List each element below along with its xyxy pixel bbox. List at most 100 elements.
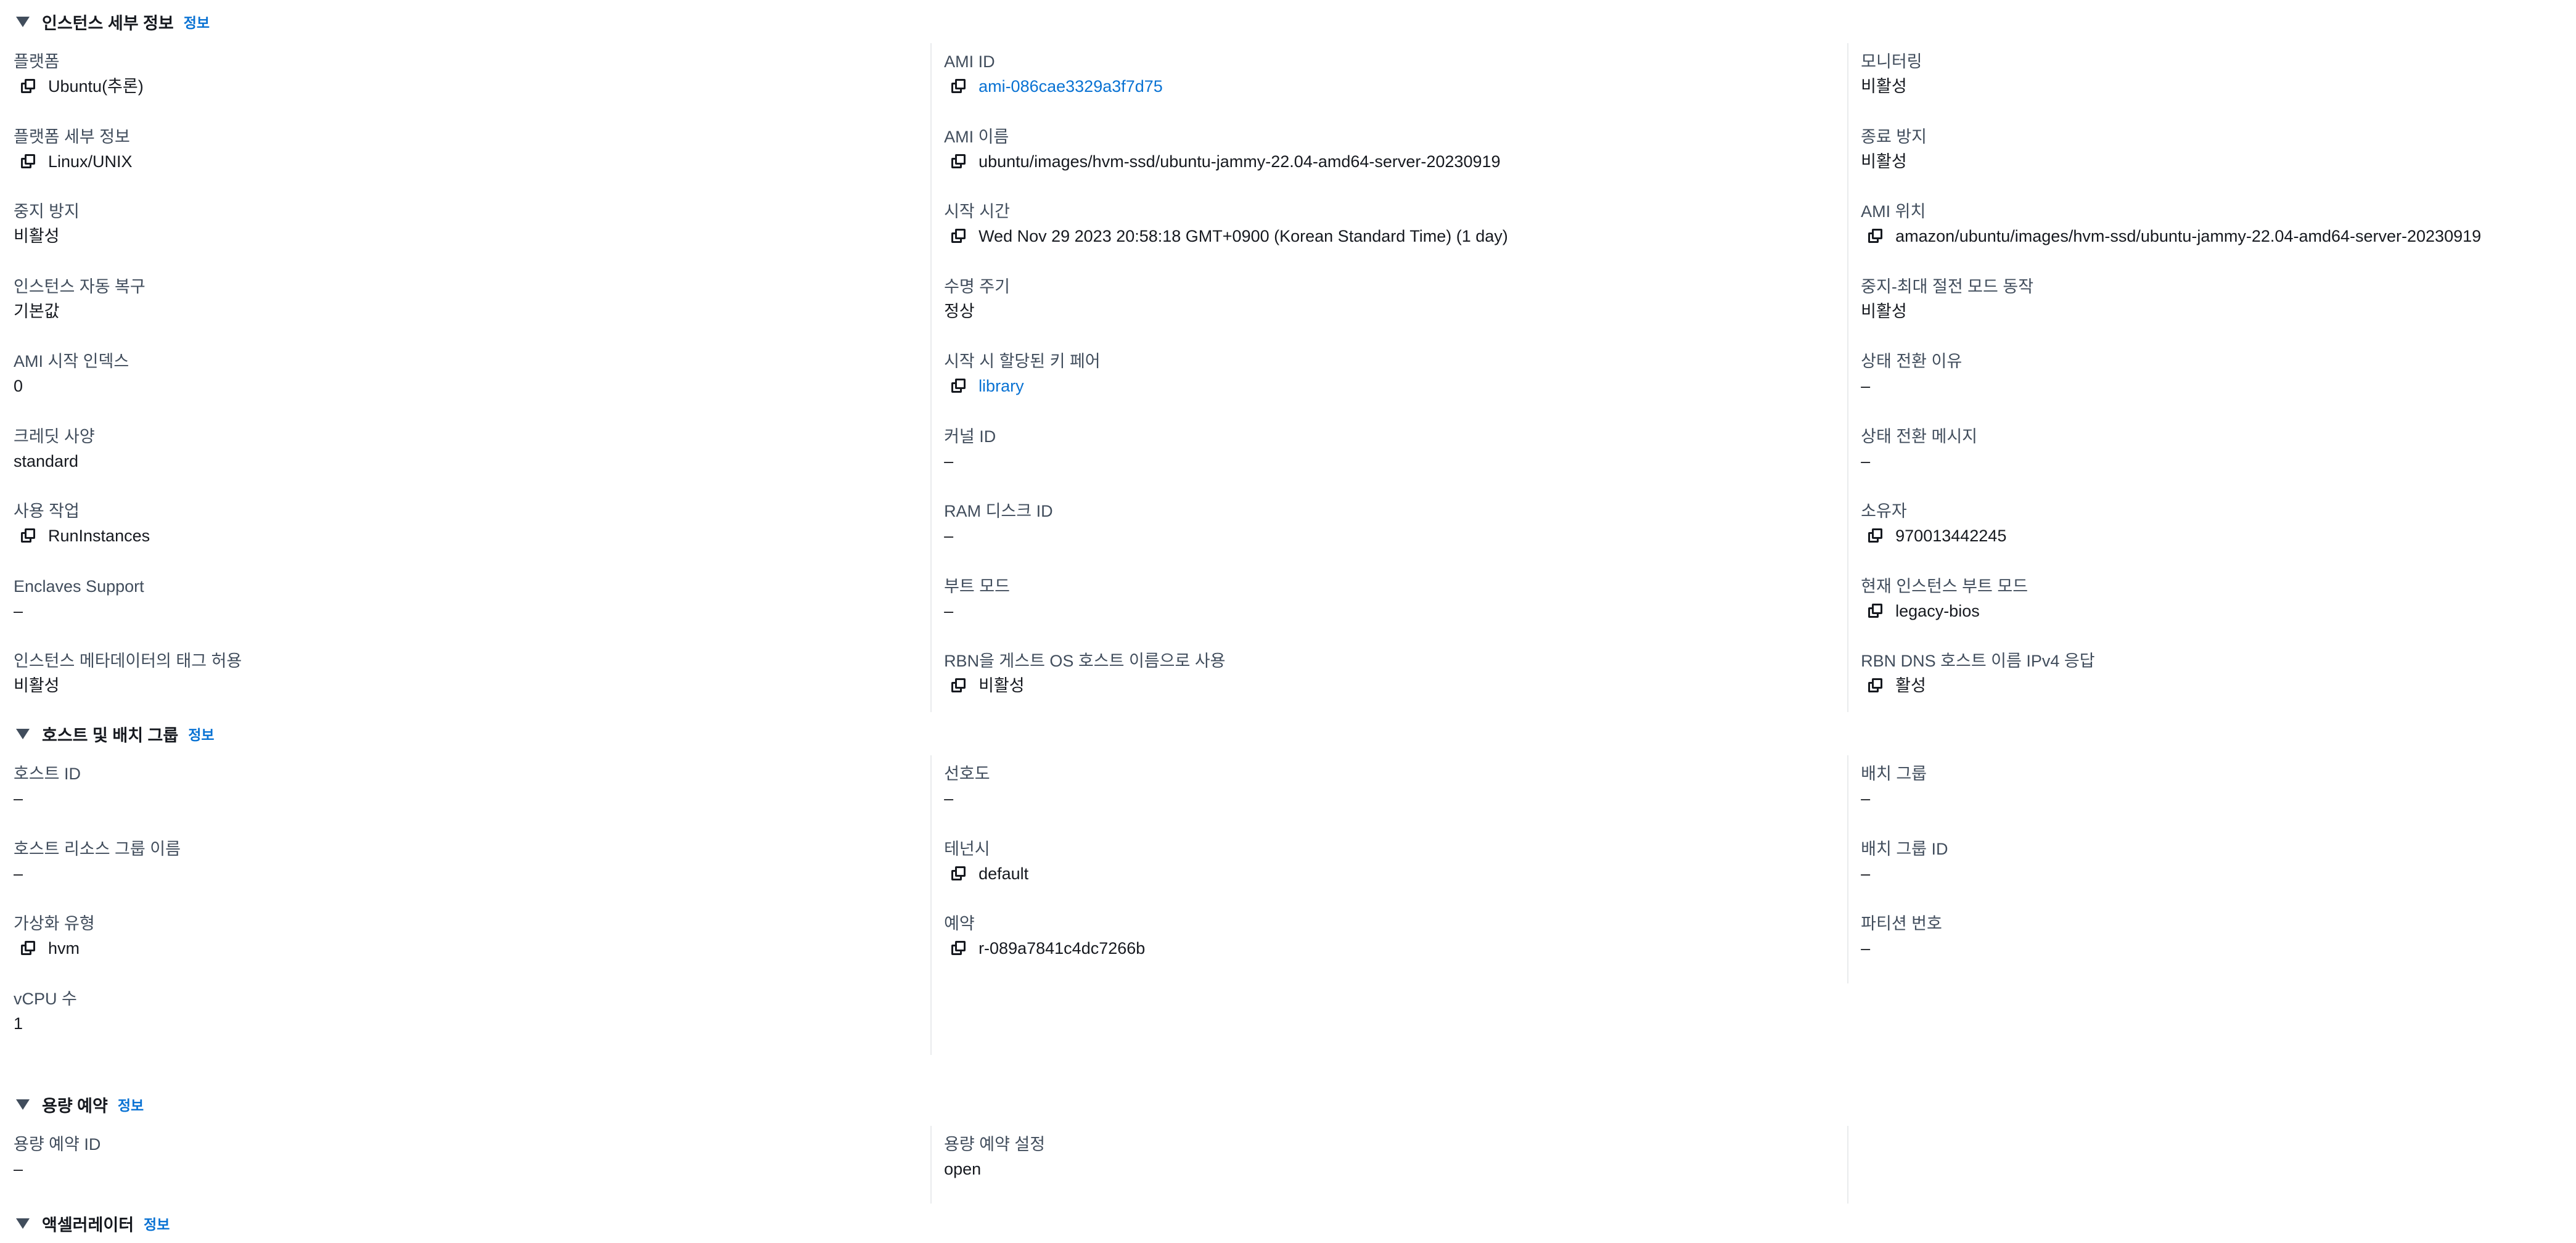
copy-icon[interactable]	[21, 941, 36, 956]
copy-icon[interactable]	[21, 154, 36, 169]
field-reservation: 예약 r-089a7841c4dc7266b	[944, 905, 1847, 980]
field-ramdisk-id: RAM 디스크 ID –	[944, 493, 1847, 568]
value-text: –	[14, 864, 23, 883]
caret-down-icon[interactable]	[16, 1218, 30, 1229]
instance-details-page: 인스턴스 세부 정보 정보 플랫폼 Ubuntu(추론) 플랫폼 세부 정보 L…	[0, 0, 2576, 1234]
field-rbn-hostname: RBN을 게스트 OS 호스트 이름으로 사용 비활성	[944, 642, 1847, 718]
copy-icon[interactable]	[951, 941, 966, 956]
field-value: amazon/ubuntu/images/hvm-ssd/ubuntu-jamm…	[1861, 223, 2562, 250]
copy-icon[interactable]	[21, 528, 36, 543]
section-capacity-reservation: 용량 예약 정보 용량 예약 ID – 용량 예약 설정 open	[14, 1083, 2562, 1204]
column-2: 용량 예약 설정 open	[930, 1126, 1847, 1204]
copy-icon[interactable]	[951, 79, 966, 94]
field-key-pair: 시작 시 할당된 키 페어 library	[944, 343, 1847, 418]
info-link[interactable]: 정보	[144, 1213, 170, 1234]
field-label: 커널 ID	[944, 427, 996, 446]
field-value: RunInstances	[14, 522, 918, 549]
value-text: –	[944, 527, 954, 545]
value-text: RunInstances	[48, 527, 150, 545]
caret-down-icon[interactable]	[16, 16, 30, 27]
field-value: –	[14, 860, 918, 887]
section-header-host-placement[interactable]: 호스트 및 배치 그룹 정보	[14, 712, 2562, 755]
value-text: –	[1861, 377, 1871, 395]
field-hibernation: 중지-최대 절전 모드 동작 비활성	[1861, 268, 2562, 343]
key-pair-link[interactable]: library	[978, 374, 1024, 398]
section-header-accelerator[interactable]: 액셀러레이터 정보	[14, 1204, 2562, 1243]
field-value: –	[1861, 935, 2562, 962]
value-text: –	[1861, 939, 1871, 958]
field-value: –	[1861, 860, 2562, 887]
value-text: standard	[14, 451, 79, 470]
caret-down-icon[interactable]	[16, 728, 30, 739]
field-label: Enclaves Support	[14, 576, 144, 596]
field-label: 상태 전환 이유	[1861, 352, 1963, 371]
field-label: 선호도	[944, 765, 990, 783]
field-value: library	[944, 372, 1847, 400]
copy-icon[interactable]	[951, 154, 966, 169]
field-label: 파티션 번호	[1861, 914, 1942, 933]
section-accelerator: 액셀러레이터 정보	[14, 1204, 2562, 1243]
field-platform: 플랫폼 Ubuntu(추론)	[14, 43, 918, 118]
field-value: default	[944, 860, 1847, 887]
caret-down-icon[interactable]	[16, 1099, 30, 1110]
section-header-capacity-reservation[interactable]: 용량 예약 정보	[14, 1083, 2562, 1126]
field-value: –	[1861, 372, 2562, 400]
field-label: 시작 시간	[944, 202, 1010, 221]
copy-icon[interactable]	[1868, 678, 1883, 693]
section-host-placement: 호스트 및 배치 그룹 정보 호스트 ID – 호스트 리소스 그룹 이름 – …	[14, 712, 2562, 1083]
copy-icon[interactable]	[1868, 229, 1883, 244]
copy-icon[interactable]	[951, 229, 966, 244]
copy-icon[interactable]	[951, 678, 966, 693]
field-placement-group: 배치 그룹 –	[1861, 755, 2562, 831]
field-ami-name: AMI 이름 ubuntu/images/hvm-ssd/ubuntu-jamm…	[944, 118, 1847, 194]
copy-icon[interactable]	[1868, 603, 1883, 618]
value-text: –	[1861, 789, 1871, 808]
field-label: vCPU 수	[14, 989, 77, 1008]
field-label: 호스트 리소스 그룹 이름	[14, 839, 181, 858]
field-placement-group-id: 배치 그룹 ID –	[1861, 831, 2562, 906]
value-text: –	[1861, 451, 1871, 470]
field-value: hvm	[14, 935, 918, 962]
field-value: 비활성	[944, 672, 1847, 699]
field-label: 배치 그룹	[1861, 765, 1927, 783]
field-label: RAM 디스크 ID	[944, 502, 1053, 520]
field-value: 비활성	[1861, 73, 2562, 100]
ami-id-link[interactable]: ami-086cae3329a3f7d75	[978, 74, 1163, 99]
value-text: 정상	[944, 302, 975, 321]
field-auto-recovery: 인스턴스 자동 복구 기본값	[14, 268, 918, 343]
field-label: 상태 전환 메시지	[1861, 427, 1978, 446]
field-credit-spec: 크레딧 사양 standard	[14, 418, 918, 493]
value-text: 1	[14, 1014, 23, 1033]
field-label: 수명 주기	[944, 277, 1010, 296]
info-link[interactable]: 정보	[118, 1094, 144, 1115]
field-label: 종료 방지	[1861, 127, 1927, 146]
value-text: 970013442245	[1895, 527, 2007, 545]
column-3	[1847, 1126, 2562, 1204]
value-text: 비활성	[1861, 302, 1907, 321]
field-termination-protection: 종료 방지 비활성	[1861, 118, 2562, 194]
field-label: RBN을 게스트 OS 호스트 이름으로 사용	[944, 652, 1226, 670]
field-value: –	[14, 1155, 918, 1183]
value-text: –	[14, 1160, 23, 1178]
value-text: amazon/ubuntu/images/hvm-ssd/ubuntu-jamm…	[1895, 227, 2482, 245]
field-value: 비활성	[14, 672, 918, 699]
copy-icon[interactable]	[951, 379, 966, 393]
info-link[interactable]: 정보	[188, 723, 214, 744]
copy-icon[interactable]	[951, 866, 966, 881]
field-kernel-id: 커널 ID –	[944, 418, 1847, 493]
info-link[interactable]: 정보	[184, 11, 210, 32]
value-text: legacy-bios	[1895, 601, 1980, 620]
copy-icon[interactable]	[1868, 528, 1883, 543]
field-value: 0	[14, 372, 918, 400]
value-text: 활성	[1895, 676, 1926, 695]
field-value: 비활성	[1861, 148, 2562, 175]
field-host-resource-group: 호스트 리소스 그룹 이름 –	[14, 831, 918, 906]
field-value: –	[944, 448, 1847, 475]
field-value: ubuntu/images/hvm-ssd/ubuntu-jammy-22.04…	[944, 148, 1847, 175]
field-stop-protection: 중지 방지 비활성	[14, 193, 918, 268]
field-label: AMI ID	[944, 52, 995, 71]
section-header-instance-details[interactable]: 인스턴스 세부 정보 정보	[14, 0, 2562, 43]
field-label: 호스트 ID	[14, 765, 81, 783]
field-partition-number: 파티션 번호 –	[1861, 905, 2562, 980]
copy-icon[interactable]	[21, 79, 36, 94]
